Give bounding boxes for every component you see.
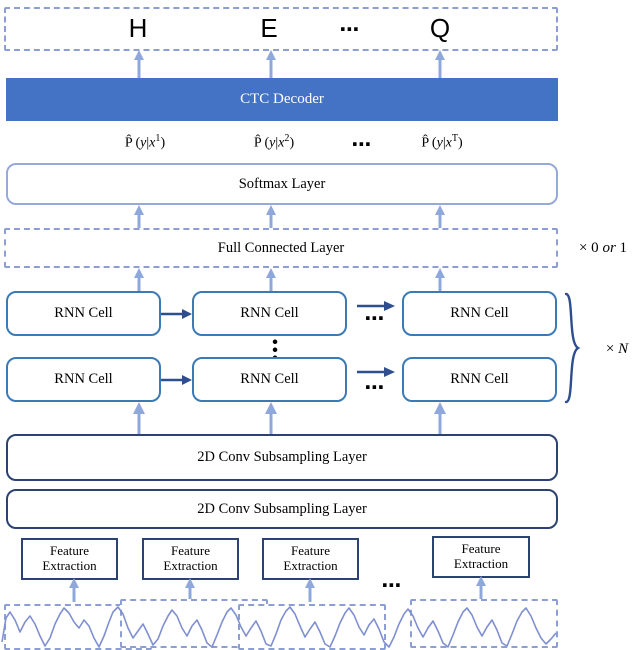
ctc-decoder-label: CTC Decoder: [240, 91, 324, 108]
rnn-row1-gap-ellipsis: ⋯: [355, 298, 401, 332]
rnn-cell-label: RNN Cell: [240, 371, 299, 388]
conv-subsampling-layer-1[interactable]: 2D Conv Subsampling Layer: [6, 434, 558, 481]
fc-multiplier-annotation: × 0 or 1: [564, 236, 642, 260]
feature-extraction-box-1[interactable]: Feature Extraction: [21, 538, 118, 580]
ctc-decoder-block[interactable]: CTC Decoder: [6, 78, 558, 121]
waveform-window-3[interactable]: [238, 604, 386, 650]
feature-extraction-label: Feature Extraction: [163, 543, 218, 573]
rnn-cell-row1-col3[interactable]: RNN Cell: [402, 291, 557, 336]
arrow-rnn-row2-link1: [161, 375, 192, 385]
prob-text-1: P̂ (y|x1): [124, 132, 166, 151]
waveform-region: [0, 598, 643, 650]
probability-label-1: P̂ (y|x1): [95, 130, 195, 154]
prob-text-t: P̂ (y|xT): [421, 132, 463, 151]
rnn-cell-row1-col2[interactable]: RNN Cell: [192, 291, 347, 336]
arrow-rnn-row1-link1: [161, 309, 192, 319]
prob-text-2: P̂ (y|x2): [253, 132, 295, 151]
rnn-row1-ellipsis: ⋯: [364, 308, 386, 330]
rnn-cell-label: RNN Cell: [450, 371, 509, 388]
softmax-layer-block[interactable]: Softmax Layer: [6, 163, 558, 205]
conv-subsampling-layer-2[interactable]: 2D Conv Subsampling Layer: [6, 489, 558, 529]
output-token-q: Q: [429, 13, 451, 44]
rnn-row2-ellipsis: ⋯: [364, 377, 386, 399]
rnn-cell-label: RNN Cell: [54, 305, 113, 322]
softmax-layer-label: Softmax Layer: [238, 175, 326, 192]
feature-extraction-box-2[interactable]: Feature Extraction: [142, 538, 239, 580]
fc-multiplier-text: × 0 or 1: [578, 239, 628, 256]
probability-ellipsis: ⋯: [351, 134, 373, 156]
feature-extraction-label: Feature Extraction: [453, 541, 509, 571]
rnn-multiplier-text: × N: [605, 340, 629, 357]
arrows-decoder-to-output: [134, 50, 445, 78]
rnn-stack-brace: [564, 292, 581, 404]
feature-extraction-ellipsis: ⋯: [381, 575, 403, 597]
feature-extraction-box-3[interactable]: Feature Extraction: [262, 538, 359, 580]
feature-extraction-label: Feature Extraction: [283, 543, 338, 573]
output-token-e: E: [260, 13, 278, 44]
probability-label-2: P̂ (y|x2): [224, 130, 324, 154]
rnn-cell-label: RNN Cell: [240, 305, 299, 322]
rnn-cell-row2-col3[interactable]: RNN Cell: [402, 357, 557, 402]
output-token-h: H: [128, 13, 148, 44]
rnn-row2-gap-ellipsis: ⋯: [355, 364, 401, 398]
arrows-conv-to-rnn: [133, 402, 446, 434]
rnn-cell-label: RNN Cell: [450, 305, 509, 322]
rnn-multiplier-annotation: × N: [592, 337, 642, 361]
rnn-cell-row1-col1[interactable]: RNN Cell: [6, 291, 161, 336]
rnn-cell-label: RNN Cell: [54, 371, 113, 388]
conv-layer-2-label: 2D Conv Subsampling Layer: [197, 500, 367, 517]
conv-layer-1-label: 2D Conv Subsampling Layer: [197, 449, 367, 466]
feature-extraction-box-4[interactable]: Feature Extraction: [432, 536, 530, 578]
diagram-canvas: H E ⋯ Q CTC Decoder P̂ (y|x1) P̂ (y|x2) …: [0, 0, 643, 650]
rnn-cell-row2-col1[interactable]: RNN Cell: [6, 357, 161, 402]
rnn-cell-row2-col2[interactable]: RNN Cell: [192, 357, 347, 402]
full-connected-layer-block[interactable]: Full Connected Layer: [4, 228, 558, 268]
probability-label-t: P̂ (y|xT): [392, 130, 492, 154]
output-ellipsis: ⋯: [339, 19, 361, 41]
feature-extraction-label: Feature Extraction: [42, 543, 97, 573]
waveform-window-4[interactable]: [410, 599, 558, 648]
full-connected-layer-label: Full Connected Layer: [217, 239, 345, 256]
